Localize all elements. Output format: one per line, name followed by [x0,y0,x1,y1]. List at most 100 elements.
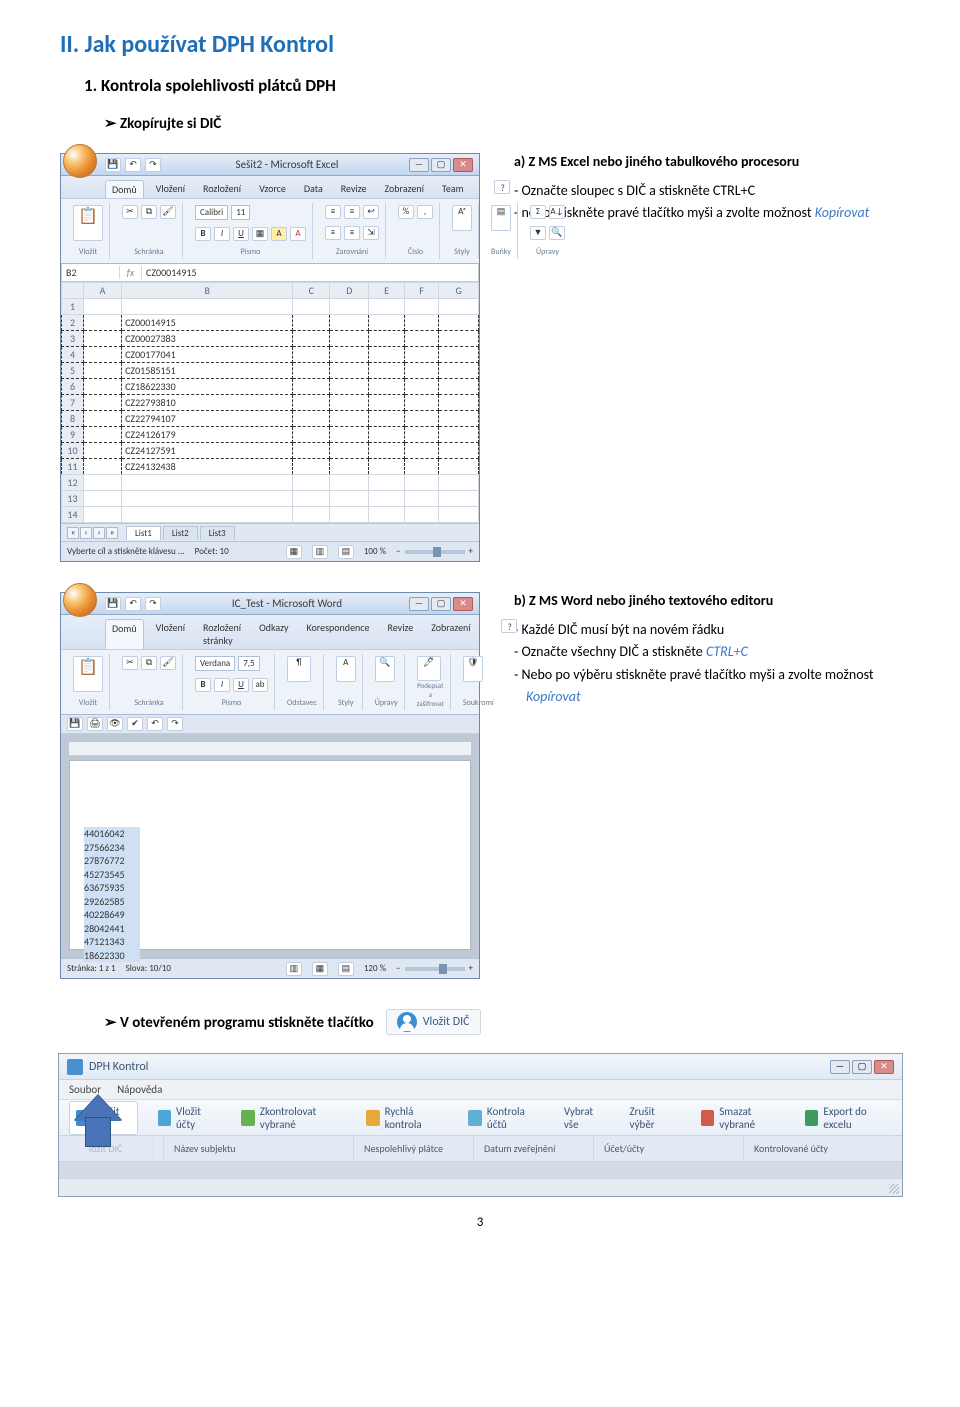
maximize-icon[interactable]: ▢ [431,597,451,611]
view-layout-icon[interactable]: ▥ [312,545,328,559]
tab-formulas[interactable]: Vzorce [253,180,292,198]
bold-icon[interactable]: B [195,227,211,241]
tab-view[interactable]: Zobrazení [378,180,429,198]
bold-icon[interactable]: B [195,678,211,692]
styles-icon[interactable]: Aᵃ [452,205,472,231]
fx-icon[interactable]: fx [120,266,142,279]
minimize-icon[interactable]: — [409,597,429,611]
sheet-tab-3[interactable]: List3 [200,526,235,540]
font-name-combo[interactable]: Calibri [195,205,228,220]
view-break-icon[interactable]: ▤ [338,545,354,559]
tab-insert[interactable]: Vložení [150,619,191,649]
font-name-combo[interactable]: Verdana [195,656,235,671]
tab-view[interactable]: Zobrazení [425,619,476,649]
paragraph-icon[interactable]: ¶ [287,656,311,682]
tab-layout[interactable]: Rozložení stránky [197,619,247,649]
align-center-icon[interactable]: ≡ [344,226,360,240]
qat-redo-icon[interactable]: ↷ [145,158,161,172]
cut-icon[interactable]: ✂ [122,656,138,670]
toolbar-rychla[interactable]: Rychlá kontrola [360,1102,448,1134]
resize-grip-icon[interactable] [889,1184,899,1194]
toolbar-vybrat-vse[interactable]: Vybrat vše [558,1102,610,1134]
qat-save-icon[interactable]: 💾 [105,597,121,611]
col-datum[interactable]: Datum zveřejnění [474,1136,594,1161]
zoom-slider[interactable]: −+ [396,546,473,557]
menu-napoveda[interactable]: Nápověda [117,1083,162,1096]
view-print-icon[interactable]: ▥ [286,962,302,976]
toolbar-zrusit-vyber[interactable]: Zrušit výběr [624,1102,681,1134]
qat2-undo-icon[interactable]: ↶ [147,717,163,731]
zoom-slider[interactable]: −+ [396,963,473,974]
underline-icon[interactable]: U [233,227,249,241]
underline-icon[interactable]: U [233,678,249,692]
qat-redo-icon[interactable]: ↷ [145,597,161,611]
sort-icon[interactable]: A↓ [549,205,565,219]
maximize-icon[interactable]: ▢ [852,1060,872,1074]
format-painter-icon[interactable]: 🖌 [160,205,176,219]
italic-icon[interactable]: I [214,678,230,692]
align-mid-icon[interactable]: ≡ [344,205,360,219]
help-icon[interactable]: ? [501,619,517,633]
format-painter-icon[interactable]: 🖌 [160,656,176,670]
name-box[interactable]: B2 [62,266,120,279]
ruler[interactable] [69,742,471,756]
qat2-redo-icon[interactable]: ↷ [167,717,183,731]
col-nazev[interactable]: Název subjektu [164,1136,354,1161]
copy-icon[interactable]: ⧉ [141,205,157,219]
sign-icon[interactable]: 🖊 [417,656,441,681]
tab-home[interactable]: Domů [105,619,144,649]
styles-icon[interactable]: A [336,656,356,682]
strike-icon[interactable]: ab [252,678,268,692]
tab-mail[interactable]: Korespondence [301,619,376,649]
office-orb-icon[interactable] [63,583,97,617]
tab-review[interactable]: Revize [335,180,373,198]
cells-icon[interactable]: ▤ [491,205,511,231]
tab-team[interactable]: Team [436,180,470,198]
tab-data[interactable]: Data [298,180,329,198]
qat-undo-icon[interactable]: ↶ [125,597,141,611]
border-icon[interactable]: ▦ [252,227,268,241]
help-icon[interactable]: ? [494,180,510,194]
view-read-icon[interactable]: ▦ [312,962,328,976]
col-kontrolovane[interactable]: Kontrolované účty [744,1136,892,1161]
tab-home[interactable]: Domů [105,180,144,198]
word-page[interactable]: 4401604227566234278767724527354563675935… [69,760,471,950]
fill-icon[interactable]: ▼ [530,226,546,240]
sheet-nav-prev-icon[interactable]: ‹ [80,527,92,539]
qat-save-icon[interactable]: 💾 [105,158,121,172]
sheet-nav-last-icon[interactable]: » [106,527,118,539]
view-normal-icon[interactable]: ▦ [286,545,302,559]
sheet-tab-1[interactable]: List1 [126,526,161,540]
toolbar-vlozit-ucty[interactable]: Vložit účty [152,1102,222,1134]
close-icon[interactable]: ✕ [874,1060,894,1074]
merge-icon[interactable]: ⇲ [363,226,379,240]
maximize-icon[interactable]: ▢ [431,158,451,172]
find-icon[interactable]: 🔍 [375,656,395,682]
minimize-icon[interactable]: — [830,1060,850,1074]
percent-icon[interactable]: % [398,205,414,219]
vlozit-dic-button[interactable]: Vložit DIČ [386,1009,481,1035]
sheet-nav-next-icon[interactable]: › [93,527,105,539]
comma-icon[interactable]: , [417,205,433,219]
tab-layout[interactable]: Rozložení [197,180,247,198]
formula-value[interactable]: CZ00014915 [142,266,478,279]
qat2-preview-icon[interactable]: 👁 [107,717,123,731]
autosum-icon[interactable]: Σ [530,205,546,219]
align-top-icon[interactable]: ≡ [325,205,341,219]
cut-icon[interactable]: ✂ [122,205,138,219]
toolbar-kontrola-uctu[interactable]: Kontrola účtů [462,1102,543,1134]
wrap-icon[interactable]: ↩ [363,205,379,219]
font-size-combo[interactable]: 11 [231,205,250,220]
col-nespolehlivy[interactable]: Nespolehlivý plátce [354,1136,474,1161]
paste-button[interactable]: 📋 [73,656,103,692]
qat2-spell-icon[interactable]: ✔ [127,717,143,731]
paste-button[interactable]: 📋 [73,205,103,241]
col-ucty[interactable]: Účet/účty [594,1136,744,1161]
qat2-print-icon[interactable]: 🖨 [87,717,103,731]
align-left-icon[interactable]: ≡ [325,226,341,240]
qat2-save-icon[interactable]: 💾 [67,717,83,731]
sheet-nav-first-icon[interactable]: « [67,527,79,539]
italic-icon[interactable]: I [214,227,230,241]
privacy-icon[interactable]: 🛡 [463,656,483,682]
qat-undo-icon[interactable]: ↶ [125,158,141,172]
